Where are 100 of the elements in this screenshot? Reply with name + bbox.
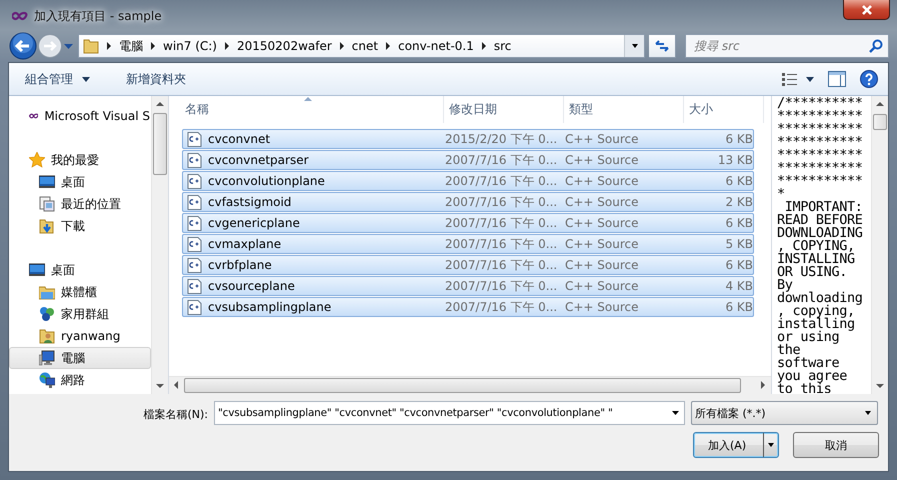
breadcrumb-arrow-icon[interactable] [225, 42, 229, 50]
date-cell-text: 2007/7/16 下午 0... [444, 172, 558, 190]
file-row[interactable]: cvgenericplane 2007/7/16 下午 0... C++ Source 6 KB [182, 213, 754, 233]
file-row[interactable]: cvsubsamplingplane 2007/7/16 下午 0... C++ Source 6 KB [182, 297, 754, 317]
size-cell-text: 2 KB [724, 195, 754, 209]
breadcrumb-arrow-icon[interactable] [340, 42, 344, 50]
user-folder-icon [39, 328, 55, 344]
type-cell-text: C++ Source [564, 195, 640, 209]
back-button[interactable] [9, 32, 37, 60]
file-name: cvsubsamplingplane [208, 300, 332, 314]
breadcrumb[interactable]: win7 (C:) [163, 39, 217, 53]
nav-item[interactable]: 家用群組 [9, 303, 151, 325]
file-name: cvgenericplane [208, 216, 300, 230]
nav-item[interactable]: 電腦 [9, 347, 151, 369]
type-cell-text: C++ Source [564, 279, 640, 293]
library-folder-icon [39, 284, 55, 300]
breadcrumb[interactable]: conv-net-0.1 [398, 39, 474, 53]
caret-icon [82, 76, 90, 82]
size-cell-text: 6 KB [724, 132, 754, 146]
type-cell-text: C++ Source [564, 216, 640, 230]
file-name: cvconvnet [208, 132, 270, 146]
refresh-icon [654, 39, 670, 53]
desktop-icon [29, 262, 45, 278]
new-folder-button[interactable]: 新增資料夾 [122, 68, 190, 90]
vertical-scrollbar[interactable] [871, 96, 888, 394]
organize-menu-button[interactable]: 組合管理 [21, 68, 94, 90]
preview-pane-icon[interactable] [828, 71, 846, 87]
file-row[interactable]: cvconvolutionplane 2007/7/16 下午 0... C++ Source 6 KB [182, 171, 754, 191]
file-name: cvfastsigmoid [208, 195, 292, 209]
breadcrumb[interactable]: src [494, 39, 512, 53]
cpp-file-icon [187, 258, 202, 272]
file-row[interactable]: cvmaxplane 2007/7/16 下午 0... C++ Source 5 KB [182, 234, 754, 254]
cpp-file-icon [187, 236, 202, 252]
date-cell-text: 2007/7/16 下午 0... [444, 152, 558, 168]
size-cell-text: 5 KB [724, 237, 754, 251]
nav-item[interactable]: 網路 [9, 369, 151, 391]
nav-item[interactable]: 媒體櫃 [9, 281, 151, 303]
horizontal-scrollbar[interactable] [169, 376, 771, 394]
nav-item[interactable]: 最近的位置 [9, 193, 151, 215]
type-cell-text: C++ Source [564, 132, 640, 146]
file-row[interactable]: cvrbfplane 2007/7/16 下午 0... C++ Source 6 KB [182, 255, 754, 275]
cpp-file-icon [187, 216, 202, 230]
nav-item[interactable]: 桌面 [9, 259, 151, 281]
cpp-file-icon [187, 194, 202, 210]
file-name: cvrbfplane [208, 258, 272, 272]
size-cell-text: 6 KB [724, 174, 754, 188]
file-type-dropdown[interactable]: 所有檔案 (*.*) [691, 401, 878, 425]
file-name-label: 檔案名稱(N): [143, 406, 208, 422]
size-cell-text: 6 KB [724, 300, 754, 314]
breadcrumb-arrow-icon[interactable] [107, 42, 111, 50]
window-title: 加入現有項目 - sample [34, 8, 162, 24]
nav-item[interactable]: 桌面 [9, 171, 151, 193]
close-button[interactable] [843, 0, 890, 20]
address-dropdown-button[interactable] [624, 35, 644, 57]
breadcrumb[interactable]: 20150202wafer [237, 39, 332, 53]
size-cell-text: 4 KB [724, 279, 754, 293]
downloads-folder-icon [39, 218, 55, 234]
type-cell-text: C++ Source [564, 174, 640, 188]
cpp-file-icon [187, 300, 202, 314]
breadcrumb-arrow-icon[interactable] [151, 42, 155, 50]
nav-item[interactable]: 我的最愛 [9, 149, 151, 171]
search-field[interactable]: 搜尋 src [685, 34, 889, 58]
date-cell-text: 2007/7/16 下午 0... [444, 194, 558, 210]
type-cell-text: C++ Source [564, 153, 640, 167]
size-cell-text: 6 KB [724, 258, 754, 272]
nav-item[interactable]: 下載 [9, 215, 151, 237]
breadcrumb[interactable]: cnet [352, 39, 378, 53]
breadcrumb-arrow-icon[interactable] [386, 42, 390, 50]
vertical-scrollbar[interactable] [151, 96, 168, 394]
network-icon [39, 372, 55, 388]
refresh-button[interactable] [649, 34, 676, 58]
close-icon [860, 4, 872, 14]
file-name-field[interactable]: "cvsubsamplingplane" "cvconvnet" "cvconvnetparser" "cvconvolutionplane" " [214, 401, 685, 425]
file-row[interactable]: cvfastsigmoid 2007/7/16 下午 0... C++ Source 2 KB [182, 192, 754, 212]
file-name: cvmaxplane [208, 237, 282, 251]
nav-item[interactable]: ryanwang [9, 325, 151, 347]
address-bar[interactable]: 電腦 win7 (C:) 20150202wafer cnet conv-net-0.1 src [78, 34, 645, 58]
type-cell-text: C++ Source [564, 258, 640, 272]
nav-item[interactable]: Microsoft Visual S [9, 105, 151, 127]
view-options-button[interactable] [782, 72, 814, 86]
forward-button[interactable] [37, 33, 63, 59]
search-icon[interactable] [869, 39, 883, 53]
file-name: cvconvnetparser [208, 153, 309, 167]
date-cell-text: 2015/2/20 下午 0... [444, 130, 558, 148]
size-cell-text: 13 KB [716, 153, 754, 167]
star-icon [29, 152, 45, 168]
add-button[interactable]: 加入(A) [693, 432, 779, 458]
file-row[interactable]: cvsourceplane 2007/7/16 下午 0... C++ Source 4 KB [182, 276, 754, 296]
history-dropdown-icon[interactable] [63, 41, 74, 51]
file-name: cvconvolutionplane [208, 174, 325, 188]
file-row[interactable]: cvconvnet 2015/2/20 下午 0... C++ Source 6 KB [182, 129, 754, 149]
breadcrumb-arrow-icon[interactable] [482, 42, 486, 50]
help-icon[interactable] [860, 70, 878, 88]
recent-places-icon [39, 196, 55, 212]
file-row[interactable]: cvconvnetparser 2007/7/16 下午 0... C++ Source 13 KB [182, 150, 754, 170]
cancel-button[interactable]: 取消 [793, 432, 879, 458]
breadcrumb[interactable]: 電腦 [119, 38, 143, 54]
file-preview-text: /********** *********** *********** *********** *********** *********** *********** * IMPORTANT: READ BEFORE DOWNLOADING , COPYING, INSTALLING OR USING. By downloading , copying, installing or using the software you agree to this [776, 96, 864, 393]
homegroup-icon [39, 306, 55, 322]
app-icon [12, 10, 28, 22]
